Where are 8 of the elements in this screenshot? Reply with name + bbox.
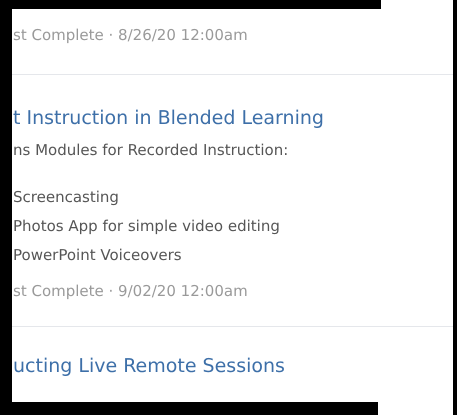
course-title-link[interactable]: t Instruction in Blended Learning [13, 105, 449, 131]
list-item: Photos App for simple video editing [13, 216, 281, 237]
due-date-text: st Complete · 9/02/20 12:00am [13, 281, 249, 302]
list-item: PowerPoint Voiceovers [13, 245, 183, 266]
due-date-text: st Complete · 8/26/20 12:00am [13, 25, 249, 46]
list-item: Screencasting [13, 187, 120, 208]
course-title-link[interactable]: ucting Live Remote Sessions [13, 353, 449, 379]
course-description: ns Modules for Recorded Instruction: [13, 140, 290, 161]
